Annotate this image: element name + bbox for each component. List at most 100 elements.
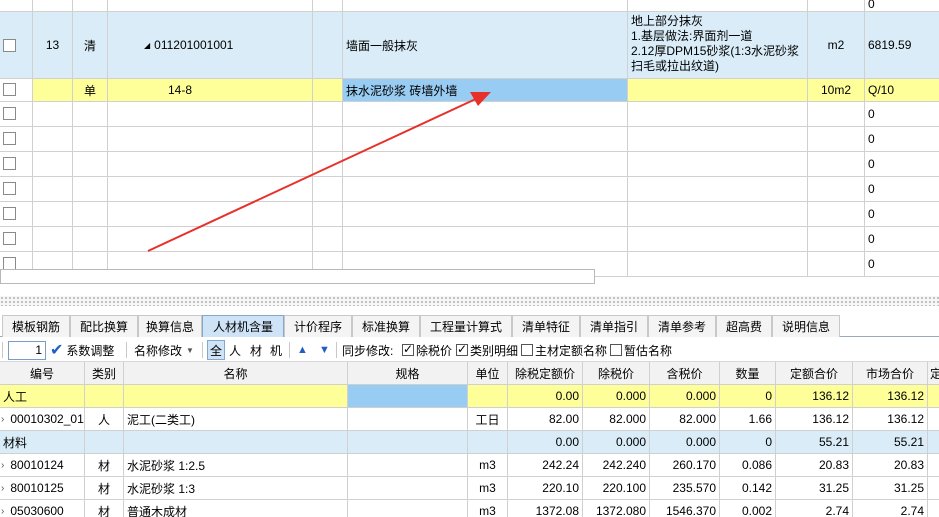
resource-spec[interactable] (348, 500, 468, 517)
resource-tax-excl-price[interactable]: 82.000 (583, 408, 650, 430)
resource-quota-price[interactable]: 0.00 (508, 431, 583, 453)
tab-ratio-conversion[interactable]: 配比换算 (70, 315, 138, 337)
resource-name[interactable]: 水泥砂浆 1:3 (124, 477, 348, 499)
tab-height-surcharge[interactable]: 超高费 (716, 315, 772, 337)
resource-spec[interactable] (348, 385, 468, 407)
resource-unit[interactable]: m3 (468, 500, 508, 517)
col-header-market-total[interactable]: 市场合价 (853, 362, 928, 384)
resource-name[interactable]: 水泥砂浆 1:2.5 (124, 454, 348, 476)
resource-code[interactable]: 材料 (0, 431, 85, 453)
resource-type[interactable]: 人 (85, 408, 124, 430)
resource-market-total[interactable]: 31.25 (853, 477, 928, 499)
col-header-type[interactable]: 类别 (85, 362, 124, 384)
resource-row[interactable]: › 05030600 材 普通木成材 m3 1372.08 1372.080 1546.370… (0, 500, 939, 517)
resource-group-row[interactable]: 人工 0.00 0.000 0.000 0 136.12 136.12 (0, 385, 939, 408)
resource-quota-total[interactable]: 136.12 (776, 408, 853, 430)
resource-type[interactable]: 材 (85, 477, 124, 499)
tab-bill-features[interactable]: 清单特征 (512, 315, 580, 337)
resource-more[interactable] (928, 408, 939, 430)
chk-main-material-name[interactable]: 主材定额名称 (521, 338, 607, 362)
resource-market-total[interactable]: 2.74 (853, 500, 928, 517)
resource-unit[interactable]: m3 (468, 454, 508, 476)
tab-labor-material-machine[interactable]: 人材机含量 (202, 315, 284, 337)
resource-name[interactable]: 泥工(二类工) (124, 408, 348, 430)
chk-type-detail[interactable]: 类别明细 (456, 338, 518, 362)
resource-more[interactable] (928, 500, 939, 517)
resource-tax-incl-price[interactable]: 260.170 (650, 454, 720, 476)
resource-tax-incl-price[interactable]: 1546.370 (650, 500, 720, 517)
resource-tax-excl-price[interactable]: 1372.080 (583, 500, 650, 517)
resource-group-row[interactable]: 材料 0.00 0.000 0.000 0 55.21 55.21 (0, 431, 939, 454)
col-header-quota-price[interactable]: 除税定额价 (508, 362, 583, 384)
tab-pricing-procedure[interactable]: 计价程序 (284, 315, 352, 337)
resource-unit[interactable] (468, 431, 508, 453)
tab-conversion-info[interactable]: 换算信息 (138, 315, 202, 337)
resource-unit[interactable]: 工日 (468, 408, 508, 430)
horizontal-scrollbar[interactable] (0, 269, 595, 284)
resource-qty[interactable]: 0.002 (720, 500, 776, 517)
checkbox[interactable] (521, 344, 533, 356)
col-header-unit[interactable]: 单位 (468, 362, 508, 384)
chk-temp-name[interactable]: 暂估名称 (610, 338, 672, 362)
resource-market-total[interactable]: 20.83 (853, 454, 928, 476)
resource-qty[interactable]: 0 (720, 385, 776, 407)
resource-spec[interactable] (348, 408, 468, 430)
resource-code[interactable]: › 00010302_01 (0, 408, 85, 430)
resource-code[interactable]: › 05030600 (0, 500, 85, 517)
resource-quota-price[interactable]: 242.24 (508, 454, 583, 476)
resource-type[interactable] (85, 385, 124, 407)
coef-adjust-button[interactable]: ✔ 系数调整 (50, 338, 114, 362)
resource-spec[interactable] (348, 431, 468, 453)
chk-tax-excl[interactable]: 除税价 (402, 338, 452, 362)
resource-quota-price[interactable]: 82.00 (508, 408, 583, 430)
resource-more[interactable] (928, 385, 939, 407)
resource-qty[interactable]: 1.66 (720, 408, 776, 430)
resource-quota-price[interactable]: 220.10 (508, 477, 583, 499)
resource-unit[interactable] (468, 385, 508, 407)
resource-quota-total[interactable]: 2.74 (776, 500, 853, 517)
resource-type[interactable]: 材 (85, 454, 124, 476)
resource-row[interactable]: › 00010302_01 人 泥工(二类工) 工日 82.00 82.000 82.000 1… (0, 408, 939, 431)
tab-bill-guide[interactable]: 清单指引 (580, 315, 648, 337)
resource-type[interactable]: 材 (85, 500, 124, 517)
resource-quota-total[interactable]: 55.21 (776, 431, 853, 453)
move-up-button[interactable]: ▲ (297, 338, 308, 362)
resource-tax-excl-price[interactable]: 220.100 (583, 477, 650, 499)
factor-input[interactable] (8, 340, 46, 360)
resource-market-total[interactable]: 136.12 (853, 408, 928, 430)
resource-quota-price[interactable]: 0.00 (508, 385, 583, 407)
resource-qty[interactable]: 0 (720, 431, 776, 453)
resource-quota-total[interactable]: 136.12 (776, 385, 853, 407)
resource-name[interactable] (124, 431, 348, 453)
tab-standard-conversion[interactable]: 标准换算 (352, 315, 420, 337)
col-header-qty[interactable]: 数量 (720, 362, 776, 384)
tab-template-rebar[interactable]: 模板钢筋 (2, 315, 70, 337)
col-header-quota-total[interactable]: 定额合价 (776, 362, 853, 384)
resource-tax-incl-price[interactable]: 235.570 (650, 477, 720, 499)
resource-code[interactable]: › 80010125 (0, 477, 85, 499)
checkbox[interactable] (456, 342, 468, 356)
col-header-code[interactable]: 编号 (0, 362, 85, 384)
resource-tax-excl-price[interactable]: 242.240 (583, 454, 650, 476)
resource-code[interactable]: 人工 (0, 385, 85, 407)
resource-more[interactable] (928, 431, 939, 453)
name-modify-dropdown[interactable]: 名称修改 ▼ (134, 338, 194, 362)
resource-row[interactable]: › 80010125 材 水泥砂浆 1:3 m3 220.10 220.100 235.570… (0, 477, 939, 500)
resource-quota-price[interactable]: 1372.08 (508, 500, 583, 517)
resource-spec[interactable] (348, 454, 468, 476)
resource-code[interactable]: › 80010124 (0, 454, 85, 476)
move-down-button[interactable]: ▼ (319, 338, 330, 362)
resource-qty[interactable]: 0.086 (720, 454, 776, 476)
resource-row[interactable]: › 80010124 材 水泥砂浆 1:2.5 m3 242.24 242.240 260.1… (0, 454, 939, 477)
resource-market-total[interactable]: 136.12 (853, 385, 928, 407)
filter-labor-button[interactable]: 人 (229, 338, 241, 362)
col-header-more[interactable]: 定 (928, 362, 939, 384)
tab-description[interactable]: 说明信息 (772, 315, 840, 337)
col-header-tax-incl-price[interactable]: 含税价 (650, 362, 720, 384)
tab-quantity-formula[interactable]: 工程量计算式 (420, 315, 512, 337)
col-header-spec[interactable]: 规格 (348, 362, 468, 384)
resource-qty[interactable]: 0.142 (720, 477, 776, 499)
resource-tax-incl-price[interactable]: 0.000 (650, 431, 720, 453)
resource-tax-excl-price[interactable]: 0.000 (583, 431, 650, 453)
checkbox[interactable] (610, 344, 622, 356)
